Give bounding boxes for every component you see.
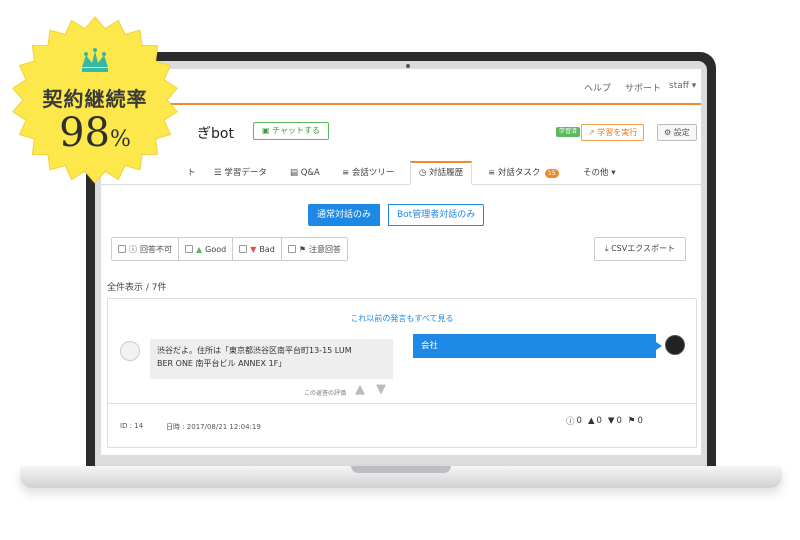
- tab-bar: ト ☰ 学習データ ▤ Q&A ≡ 会話ツリー ◷ 対話履歴 ≡ 対話タスク 1…: [101, 161, 701, 185]
- info-circle-icon: ⓘ: [129, 244, 137, 254]
- stat-value: 0: [576, 416, 582, 426]
- tab-learning-data[interactable]: ☰ 学習データ: [214, 161, 267, 185]
- stat-good[interactable]: ▲ 0: [588, 415, 602, 427]
- top-nav: ヘルプ サポート staff ▾: [101, 69, 701, 105]
- info-circle-icon: ⓘ: [566, 417, 575, 427]
- laptop-notch: [351, 466, 451, 473]
- run-learning-button[interactable]: ↗ 学習を実行: [581, 124, 645, 141]
- tab-learning-data-label: 学習データ: [224, 168, 267, 178]
- user-message-line: BER ONE 南平台ビル ANNEX 1F」: [157, 359, 287, 368]
- conversation-stats: ⓘ 0 ▲ 0 ▼ 0 ⚑ 0: [566, 415, 643, 427]
- tab-conversation-tree[interactable]: ≡ 会話ツリー: [342, 161, 394, 185]
- conversation-datetime: 日時 : 2017/08/21 12:04:19: [166, 423, 261, 431]
- stat-unanswerable[interactable]: ⓘ 0: [566, 415, 582, 427]
- rating-label: この返答の評価: [304, 390, 347, 397]
- thumbs-up-icon: ▲: [196, 244, 203, 254]
- stat-value: 0: [637, 416, 643, 426]
- run-learning-label: 学習を実行: [597, 128, 638, 137]
- checkbox[interactable]: [185, 245, 193, 253]
- csv-export-label: CSVエクスポート: [611, 244, 675, 253]
- chat-icon: ▣: [262, 126, 270, 135]
- thumbs-down-icon: ▼: [250, 244, 257, 254]
- settings-button[interactable]: ⚙ 設定: [657, 124, 697, 141]
- conversation-footer: ID : 14 日時 : 2017/08/21 12:04:19 ⓘ 0 ▲ 0…: [108, 403, 696, 447]
- stage: ヘルプ サポート staff ▾ ぎbot ▣ チャットする 学習済 ↗ 学習を…: [0, 0, 800, 540]
- badge-unit: %: [110, 127, 131, 152]
- camera-icon: [406, 64, 410, 68]
- tab-overview-label: ト: [187, 168, 196, 178]
- tab-dialog-history-label: 対話履歴: [429, 168, 464, 178]
- app-screen: ヘルプ サポート staff ▾ ぎbot ▣ チャットする 学習済 ↗ 学習を…: [101, 69, 701, 455]
- task-icon: ≡: [488, 168, 496, 178]
- tab-overview[interactable]: ト: [187, 161, 196, 185]
- filter-bad[interactable]: ▼ Bad: [233, 238, 282, 260]
- checkbox[interactable]: [118, 245, 126, 253]
- filter-good[interactable]: ▲ Good: [179, 238, 234, 260]
- checkbox[interactable]: [239, 245, 248, 253]
- chat-button[interactable]: ▣ チャットする: [253, 122, 330, 140]
- support-link[interactable]: サポート: [625, 81, 661, 94]
- show-earlier-link[interactable]: これ以前の発言もすべて見る: [108, 313, 696, 324]
- filter-caution[interactable]: ⚑ 注意回答: [282, 238, 347, 260]
- user-menu[interactable]: staff ▾: [669, 81, 696, 91]
- stat-flag[interactable]: ⚑ 0: [628, 415, 643, 427]
- bot-title: ぎbot: [197, 126, 234, 142]
- filter-good-label: Good: [205, 244, 227, 254]
- badge-title: 契約継続率: [42, 87, 148, 111]
- stat-value: 0: [616, 416, 622, 426]
- user-message: 渋谷だよ。住所は「東京都渋谷区南平台町13-15 LUM BER ONE 南平台…: [150, 339, 393, 379]
- user-message-line: 渋谷だよ。住所は「東京都渋谷区南平台町13-15 LUM: [157, 346, 352, 355]
- tab-dialog-history[interactable]: ◷ 対話履歴: [410, 161, 473, 185]
- filter-unanswerable[interactable]: ⓘ 回答不可: [112, 238, 179, 260]
- stat-bad[interactable]: ▼ 0: [608, 415, 622, 427]
- tab-dialog-task-label: 対話タスク: [497, 168, 541, 178]
- conversation-id: ID : 14: [120, 422, 144, 430]
- normal-dialog-toggle[interactable]: 通常対話のみ: [308, 204, 381, 226]
- thumbs-down-icon: ▼: [607, 416, 615, 426]
- badge-number: 98: [59, 110, 110, 156]
- flag-icon: ⚑: [627, 416, 636, 426]
- flag-icon: ⚑: [298, 244, 307, 254]
- bot-avatar: [665, 335, 685, 355]
- list-icon: ☰: [214, 168, 222, 178]
- tab-qa[interactable]: ▤ Q&A: [290, 161, 320, 185]
- csv-export-button[interactable]: ⤓ CSVエクスポート: [594, 237, 686, 261]
- learned-status-badge: 学習済: [556, 127, 581, 137]
- chat-button-label: チャットする: [272, 126, 321, 135]
- qa-icon: ▤: [290, 168, 299, 178]
- filter-caution-label: 注意回答: [309, 244, 342, 254]
- history-icon: ◷: [419, 168, 427, 178]
- conversation-panel: これ以前の発言もすべて見る 渋谷だよ。住所は「東京都渋谷区南平台町13-15 L…: [107, 298, 697, 448]
- badge-value: 98%: [10, 110, 180, 156]
- result-count: 全件表示 / 7件: [107, 283, 167, 293]
- tab-dialog-task[interactable]: ≡ 対話タスク 15: [488, 161, 559, 185]
- tab-more[interactable]: その他 ▾: [583, 161, 615, 185]
- laptop-base: [20, 466, 782, 488]
- filter-bar: ⓘ 回答不可 ▲ Good ▼ Bad ⚑ 注意回答: [111, 237, 349, 261]
- admin-dialog-toggle[interactable]: Bot管理者対話のみ: [388, 204, 485, 226]
- help-link[interactable]: ヘルプ: [584, 81, 611, 94]
- checkbox[interactable]: [287, 245, 296, 253]
- download-icon: ⤓: [605, 244, 609, 253]
- thumbs-up-icon: ▲: [587, 416, 595, 426]
- filter-unanswerable-label: 回答不可: [140, 244, 172, 254]
- tab-qa-label: Q&A: [300, 168, 320, 178]
- filter-bad-label: Bad: [259, 244, 275, 254]
- trend-icon: ↗: [588, 128, 595, 137]
- tree-icon: ≡: [342, 168, 350, 178]
- rate-good-icon[interactable]: ▲: [355, 382, 365, 397]
- bot-message: 会社: [413, 334, 662, 358]
- user-avatar: [120, 341, 140, 361]
- tab-more-label: その他 ▾: [583, 168, 616, 178]
- gear-icon: ⚙: [664, 128, 672, 137]
- settings-label: 設定: [673, 128, 690, 137]
- tab-conversation-tree-label: 会話ツリー: [351, 168, 395, 178]
- rate-bad-icon[interactable]: ▼: [376, 382, 386, 397]
- task-count-badge: 15: [545, 169, 559, 178]
- stat-value: 0: [596, 416, 602, 426]
